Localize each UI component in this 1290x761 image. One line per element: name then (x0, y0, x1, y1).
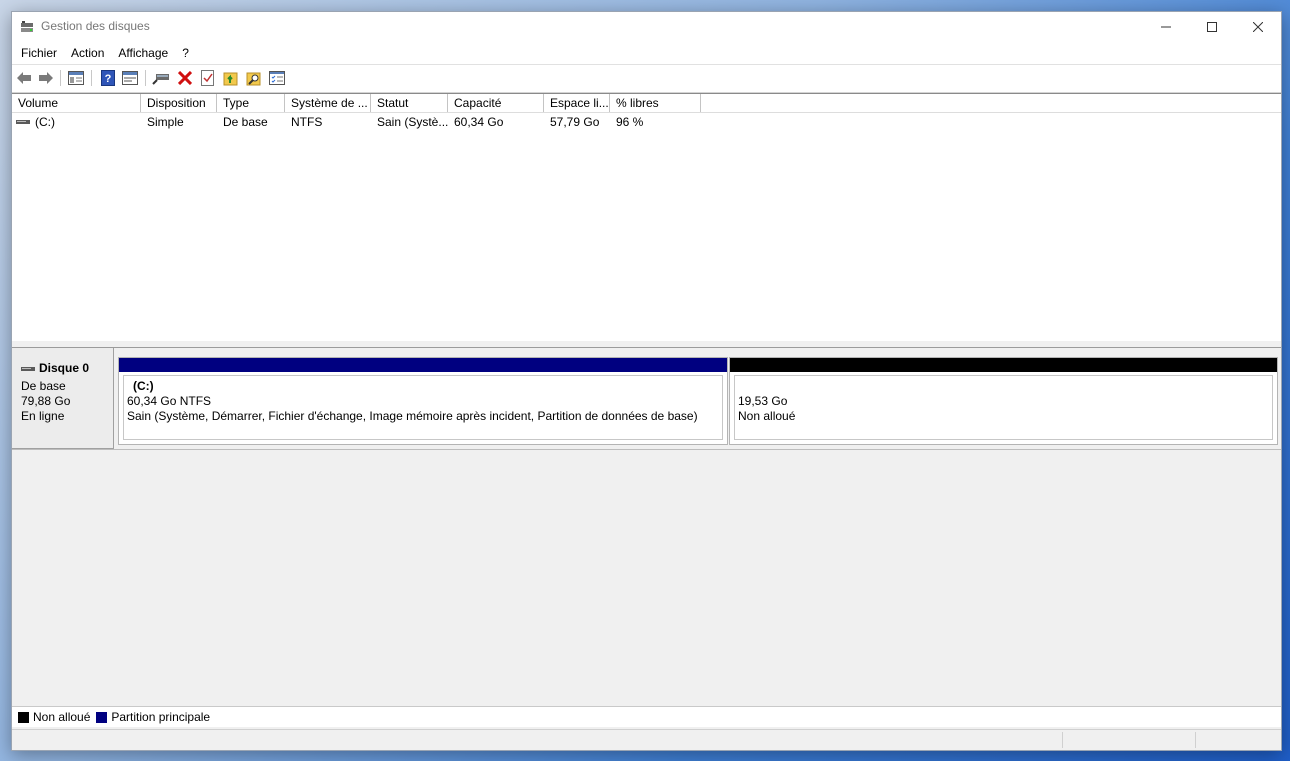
toolbar-separator (60, 70, 61, 86)
disk-name: Disque 0 (21, 361, 113, 376)
menu-bar: Fichier Action Affichage ? (12, 42, 1281, 64)
disk-management-window: Gestion des disques Fichier Action Affic… (11, 11, 1282, 751)
legend: Non alloué Partition principale (12, 706, 1281, 727)
console-tree-icon (68, 71, 84, 85)
unallocated-details: 19,53 Go Non alloué (734, 375, 1273, 440)
maximize-button[interactable] (1189, 12, 1235, 42)
disk-state: En ligne (21, 409, 65, 423)
cell-percent-free: 96 % (616, 115, 644, 129)
unallocated-status: Non alloué (738, 409, 796, 423)
disk-drive-icon (21, 366, 35, 371)
explore-button[interactable] (245, 69, 263, 87)
help-icon: ? (101, 70, 115, 86)
menu-action[interactable]: Action (64, 46, 111, 60)
column-header-disposition[interactable]: Disposition (141, 94, 217, 112)
unallocated-size: 19,53 Go (738, 394, 788, 408)
pane-splitter[interactable] (12, 341, 1281, 348)
column-header-filesystem[interactable]: Système de ... (285, 94, 371, 112)
connect-icon (152, 74, 169, 85)
toolbar-separator (91, 70, 92, 86)
partition-c-details: (C:) 60,34 Go NTFS Sain (Système, Démarr… (123, 375, 723, 440)
column-header-percent-free[interactable]: % libres (610, 94, 701, 112)
disk-size: 79,88 Go (21, 394, 71, 408)
title-bar: Gestion des disques (12, 12, 1281, 42)
console-tree-button[interactable] (67, 69, 85, 87)
view-list-button[interactable] (268, 69, 286, 87)
partition-unallocated[interactable]: 19,53 Go Non alloué (729, 357, 1278, 445)
back-arrow-icon (17, 72, 31, 84)
help-button[interactable]: ? (99, 69, 117, 87)
legend-item-unallocated: Non alloué (18, 710, 90, 724)
disk-kind: De base (21, 379, 66, 393)
cell-free-space: 57,79 Go (550, 115, 600, 129)
close-icon (1253, 22, 1263, 32)
minimize-icon (1161, 26, 1171, 28)
open-folder-icon (223, 72, 238, 86)
menu-help[interactable]: ? (175, 46, 196, 60)
volume-drive-icon (16, 120, 30, 124)
status-bar-segment (1062, 732, 1063, 748)
partition-primary-bar (119, 358, 727, 372)
unallocated-bar (730, 358, 1277, 372)
cell-capacity: 60,34 Go (454, 115, 504, 129)
disk-map-pane: Disque 0 De base 79,88 Go En ligne (C:) … (12, 348, 1281, 706)
cell-filesystem: NTFS (291, 115, 323, 129)
forward-arrow-icon (39, 72, 53, 84)
legend-swatch-primary (96, 711, 108, 723)
table-row[interactable]: (C:) Simple De base NTFS Sain (Systè... … (12, 113, 1281, 131)
column-header-status[interactable]: Statut (371, 94, 448, 112)
open-folder-button[interactable] (222, 69, 240, 87)
back-button[interactable] (15, 69, 33, 87)
view-list-icon (269, 71, 285, 85)
cell-type: De base (223, 115, 268, 129)
cell-disposition: Simple (147, 115, 184, 129)
connect-button[interactable] (152, 69, 170, 87)
minimize-button[interactable] (1143, 12, 1189, 42)
properties-button[interactable] (121, 69, 139, 87)
maximize-icon (1207, 22, 1217, 32)
svg-text:?: ? (105, 73, 112, 85)
partition-size-fs: 60,34 Go NTFS (127, 394, 212, 408)
delete-button[interactable] (176, 69, 194, 87)
unallocated-label (738, 379, 1269, 394)
check-button[interactable] (199, 69, 217, 87)
legend-swatch-unallocated (18, 711, 29, 723)
volume-list: Volume Disposition Type Système de ... S… (12, 93, 1281, 342)
disk-info[interactable]: Disque 0 De base 79,88 Go En ligne (12, 348, 114, 449)
partition-label: (C:) (133, 379, 154, 393)
volume-name: (C:) (35, 115, 55, 129)
column-header-free-space[interactable]: Espace li... (544, 94, 610, 112)
toolbar-separator (145, 70, 146, 86)
partition-status: Sain (Système, Démarrer, Fichier d'échan… (127, 409, 698, 423)
window-title: Gestion des disques (41, 19, 150, 33)
cell-status: Sain (Systè... (377, 115, 448, 129)
toolbar: ? (12, 64, 1281, 93)
menu-affichage[interactable]: Affichage (111, 46, 175, 60)
disk-row-divider (12, 449, 1281, 450)
status-bar-segment (1195, 732, 1196, 748)
close-button[interactable] (1235, 12, 1281, 42)
check-icon (201, 70, 214, 86)
column-header-capacity[interactable]: Capacité (448, 94, 544, 112)
partition-c[interactable]: (C:) 60,34 Go NTFS Sain (Système, Démarr… (118, 357, 728, 445)
volume-list-header: Volume Disposition Type Système de ... S… (12, 93, 1281, 113)
menu-fichier[interactable]: Fichier (14, 46, 64, 60)
properties-icon (122, 71, 138, 85)
column-header-volume[interactable]: Volume (12, 94, 141, 112)
explore-icon (246, 72, 261, 86)
forward-button[interactable] (37, 69, 55, 87)
legend-item-primary: Partition principale (96, 710, 210, 724)
delete-icon (178, 71, 192, 85)
column-header-type[interactable]: Type (217, 94, 285, 112)
disk-management-app-icon (21, 21, 33, 32)
status-bar (12, 729, 1281, 750)
cell-volume: (C:) (12, 113, 141, 131)
